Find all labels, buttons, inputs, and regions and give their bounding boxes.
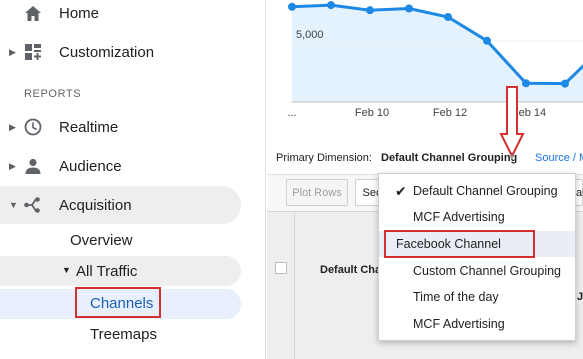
sessions-line-chart: 5,000... Feb 10 Feb 12 Feb 14	[267, 0, 583, 125]
clock-icon	[24, 118, 42, 136]
chart-y-tick-label: 5,000	[296, 29, 324, 41]
chart-point	[561, 79, 569, 88]
sidebar: Home ▶ Customization REPORTS ▶ Realtime …	[0, 0, 266, 359]
select-all-checkbox[interactable]	[275, 262, 287, 274]
dropdown-item[interactable]: MCF Advertising	[379, 204, 575, 230]
chart-point	[483, 36, 491, 45]
primary-dimension-label: Primary Dimension:	[276, 152, 372, 164]
sidebar-item-label: Home	[59, 4, 100, 22]
sidebar-item-audience[interactable]: ▶ Audience	[0, 147, 241, 185]
sidebar-item-acquisition[interactable]: ▼ Acquisition	[0, 186, 241, 224]
annotation-arrow-icon	[499, 86, 525, 158]
facebook-channel-highlight-box	[384, 230, 535, 258]
sidebar-item-label: Realtime	[59, 118, 119, 136]
sidebar-subitem-treemaps[interactable]: Treemaps	[90, 326, 157, 343]
acquisition-icon	[24, 196, 42, 214]
sidebar-subitem-all-traffic[interactable]: All Traffic	[76, 263, 137, 280]
chart-x-tick-label: ...	[287, 107, 296, 119]
caret-down-icon: ▼	[62, 265, 71, 275]
dropdown-item[interactable]: ✔ Default Channel Grouping	[379, 178, 575, 204]
column-header-right-top: au	[576, 187, 583, 199]
sidebar-subitem-overview[interactable]: Overview	[70, 232, 133, 249]
chart-point	[444, 13, 452, 21]
caret-right-icon: ▶	[9, 160, 16, 171]
sidebar-item-home[interactable]: Home	[0, 0, 241, 32]
plot-rows-button[interactable]: Plot Rows	[286, 179, 348, 206]
dropdown-item[interactable]: Custom Channel Grouping	[379, 258, 575, 284]
column-divider	[294, 211, 295, 359]
chart-x-tick-label: Feb 12	[433, 107, 467, 119]
sidebar-item-label: Audience	[59, 157, 122, 175]
reports-section-label: REPORTS	[24, 88, 82, 100]
person-icon	[24, 157, 42, 175]
caret-right-icon: ▶	[9, 46, 16, 57]
sidebar-item-label: Customization	[59, 43, 155, 61]
column-header-right: Js	[577, 291, 583, 303]
chart-point	[288, 2, 296, 11]
caret-right-icon: ▶	[9, 121, 16, 132]
chart-area-fill	[292, 5, 583, 102]
chart-svg: 5,000... Feb 10 Feb 12 Feb 14	[287, 1, 583, 119]
primary-dimension-selector[interactable]: Default Channel Grouping	[381, 152, 517, 164]
channels-highlight-box	[75, 287, 161, 318]
column-header-default-channel[interactable]: Default Cha	[320, 264, 381, 276]
caret-down-icon: ▼	[9, 200, 18, 210]
chart-point	[327, 1, 335, 10]
chevron-down-icon[interactable]: ▼	[508, 153, 516, 162]
dropdown-item[interactable]: Time of the day	[379, 284, 575, 310]
chart-point	[405, 4, 413, 13]
home-icon	[24, 4, 42, 22]
dashboard-icon	[24, 43, 42, 61]
sidebar-item-label: Acquisition	[59, 196, 132, 214]
sidebar-item-realtime[interactable]: ▶ Realtime	[0, 108, 241, 146]
check-icon: ✔	[395, 182, 407, 199]
chart-x-tick-label: Feb 10	[355, 107, 389, 119]
source-medium-link[interactable]: Source / M	[535, 152, 583, 164]
chart-point	[366, 6, 374, 15]
dropdown-item[interactable]: MCF Advertising	[379, 311, 575, 337]
sidebar-item-customization[interactable]: ▶ Customization	[0, 33, 241, 71]
